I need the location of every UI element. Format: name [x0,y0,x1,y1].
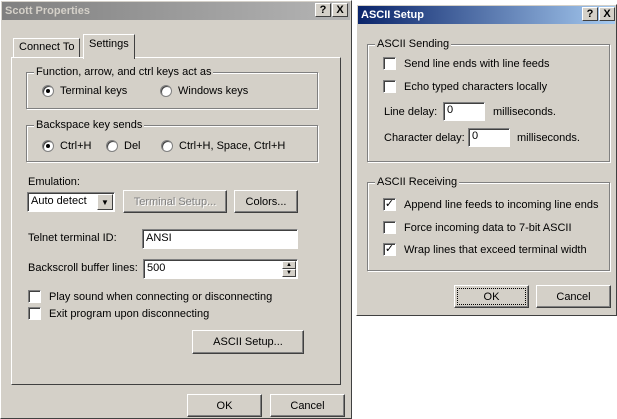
tab-connect-to[interactable]: Connect To [13,38,81,58]
radio-label: Terminal keys [60,85,128,97]
telnet-id-value: ANSI [146,232,172,244]
checkbox-icon [383,57,396,70]
radio-windows-keys[interactable]: Windows keys [160,85,248,97]
help-button[interactable]: ? [315,3,331,17]
terminal-setup-button[interactable]: Terminal Setup... [123,190,227,213]
check-mark-icon: ✓ [383,243,396,256]
echo-typed-checkbox[interactable]: Echo typed characters locally [383,80,547,93]
radio-terminal-keys[interactable]: Terminal keys [42,85,127,97]
cancel-button[interactable]: Cancel [270,394,345,417]
ok-button[interactable]: OK [454,285,529,308]
emulation-value: Auto detect [31,195,87,207]
scott-properties-window: Scott Properties ? X Connect To Settings… [0,0,352,419]
spinner-down-icon[interactable]: ▼ [282,269,296,277]
backscroll-label: Backscroll buffer lines: [28,262,138,274]
ascii-setup-button[interactable]: ASCII Setup... [192,330,304,354]
chevron-down-icon[interactable]: ▼ [97,194,113,210]
radio-ctrl-h-space[interactable]: Ctrl+H, Space, Ctrl+H [161,140,285,152]
scott-properties-titlebar[interactable]: Scott Properties [2,2,350,20]
ascii-setup-window: ASCII Setup ? X ASCII Sending Send line … [356,4,617,316]
telnet-id-input[interactable]: ANSI [142,229,298,249]
tab-label: Settings [89,38,129,50]
help-button[interactable]: ? [582,7,598,21]
ascii-setup-titlebar[interactable]: ASCII Setup [358,6,615,24]
group-title: ASCII Receiving [375,176,460,188]
checkbox-label: Send line ends with line feeds [404,57,550,70]
send-line-ends-checkbox[interactable]: Send line ends with line feeds [383,57,550,70]
checkbox-label: Exit program upon disconnecting [49,307,210,320]
radio-icon [160,85,172,97]
checkbox-label: Force incoming data to 7-bit ASCII [404,221,572,234]
char-delay-input[interactable]: 0 [468,128,510,147]
line-delay-label: Line delay: [384,106,438,118]
group-title: Backspace key sends [34,119,145,131]
char-delay-value: 0 [472,130,479,142]
line-delay-unit: milliseconds. [493,106,556,118]
char-delay-label: Character delay: [384,132,465,144]
tab-settings[interactable]: Settings [83,34,135,59]
radio-icon [106,140,118,152]
radio-icon [161,140,173,152]
radio-ctrl-h[interactable]: Ctrl+H [42,140,91,152]
backscroll-value: 500 [147,262,166,274]
radio-label: Ctrl+H, Space, Ctrl+H [179,140,286,152]
backscroll-input[interactable]: 500 [143,259,298,279]
radio-selected-icon [42,85,54,97]
line-delay-input[interactable]: 0 [443,102,485,121]
group-title: ASCII Sending [375,38,452,50]
group-title: Function, arrow, and ctrl keys act as [34,66,214,78]
radio-label: Windows keys [178,85,249,97]
checkbox-label: Append line feeds to incoming line ends [404,198,599,211]
close-button[interactable]: X [332,3,348,17]
play-sound-checkbox[interactable]: Play sound when connecting or disconnect… [28,290,272,303]
ok-button[interactable]: OK [187,394,262,417]
close-button[interactable]: X [599,7,615,21]
colors-button[interactable]: Colors... [234,190,298,213]
checkbox-icon [383,221,396,234]
checkbox-label: Play sound when connecting or disconnect… [49,290,273,303]
radio-label: Ctrl+H [60,140,92,152]
check-mark-icon: ✓ [383,198,396,211]
checkbox-icon [28,307,41,320]
radio-selected-icon [42,140,54,152]
line-delay-value: 0 [447,104,454,116]
tab-label: Connect To [19,41,75,53]
emulation-label: Emulation: [28,176,80,188]
telnet-id-label: Telnet terminal ID: [28,232,117,244]
wrap-lines-checkbox[interactable]: ✓ Wrap lines that exceed terminal width [383,243,587,256]
exit-program-checkbox[interactable]: Exit program upon disconnecting [28,307,209,320]
window-title: Scott Properties [5,5,90,17]
char-delay-unit: milliseconds. [517,132,580,144]
append-line-feeds-checkbox[interactable]: ✓ Append line feeds to incoming line end… [383,198,598,211]
radio-label: Del [124,140,141,152]
checkbox-icon [383,80,396,93]
radio-del[interactable]: Del [106,140,141,152]
cancel-button[interactable]: Cancel [536,285,611,308]
checkbox-icon [28,290,41,303]
checkbox-label: Echo typed characters locally [404,80,548,93]
checkbox-label: Wrap lines that exceed terminal width [404,243,587,256]
window-title: ASCII Setup [361,9,424,21]
force-7bit-checkbox[interactable]: Force incoming data to 7-bit ASCII [383,221,572,234]
spinner-up-icon[interactable]: ▲ [282,261,296,269]
